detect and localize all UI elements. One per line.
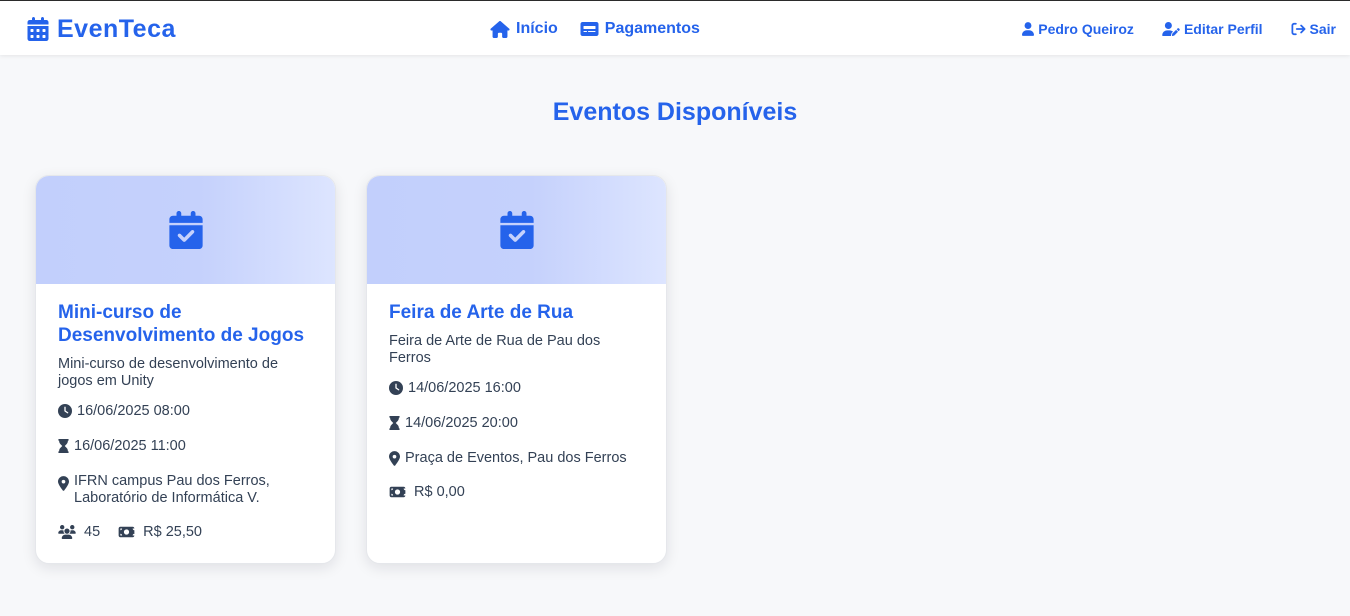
event-title[interactable]: Mini-curso de Desenvolvimento de Jogos [58, 301, 313, 347]
money-bill-icon [118, 526, 135, 538]
event-location-text: IFRN campus Pau dos Ferros, Laboratório … [74, 473, 270, 506]
event-price-text: R$ 25,50 [143, 524, 202, 540]
event-end: 16/06/2025 11:00 [58, 438, 313, 455]
event-title[interactable]: Feira de Arte de Rua [389, 301, 644, 324]
event-card-banner [367, 176, 666, 284]
map-pin-icon [389, 451, 400, 466]
clock-icon [58, 404, 72, 418]
user-pen-icon [1162, 22, 1180, 36]
brand-logo-link[interactable]: EvenTeca [27, 14, 176, 44]
brand-name: EvenTeca [57, 14, 176, 43]
event-card[interactable]: Mini-curso de Desenvolvimento de Jogos M… [35, 175, 336, 564]
map-pin-icon [58, 476, 69, 491]
event-description: Mini-curso de desenvolvimento de jogos e… [58, 356, 279, 389]
nav-user-name: Pedro Queiroz [1038, 21, 1134, 37]
nav-home-label: Início [516, 20, 558, 37]
event-price-text: R$ 0,00 [414, 484, 465, 500]
nav-edit-profile-label: Editar Perfil [1183, 21, 1263, 37]
calendar-check-icon [499, 211, 534, 249]
event-end-text: 16/06/2025 11:00 [74, 438, 186, 454]
event-card[interactable]: Feira de Arte de Rua Feira de Arte de Ru… [366, 175, 667, 564]
sign-out-icon [1291, 22, 1306, 36]
event-end: 14/06/2025 20:00 [389, 415, 644, 432]
clock-icon [389, 381, 403, 395]
user-icon [1022, 22, 1035, 36]
event-price: R$ 25,50 [118, 524, 202, 541]
event-location: IFRN campus Pau dos Ferros, Laboratório … [58, 473, 313, 507]
nav-payments-link[interactable]: Pagamentos [580, 20, 700, 38]
event-end-text: 14/06/2025 20:00 [405, 415, 518, 431]
hourglass-icon [58, 439, 69, 453]
receipt-card-icon [580, 22, 599, 36]
event-card-banner [36, 176, 335, 284]
users-icon [58, 525, 76, 539]
nav-user-profile-link[interactable]: Pedro Queiroz [1022, 21, 1134, 37]
calendar-check-icon [168, 211, 203, 249]
money-bill-icon [389, 486, 406, 498]
event-description: Feira de Arte de Rua de Pau dos Ferros [389, 333, 601, 366]
nav-logout-link[interactable]: Sair [1291, 21, 1336, 37]
event-start: 16/06/2025 08:00 [58, 403, 313, 420]
event-price: R$ 0,00 [389, 484, 644, 501]
page-title: Eventos Disponíveis [552, 98, 798, 126]
nav-edit-profile-link[interactable]: Editar Perfil [1162, 21, 1263, 37]
calendar-icon [27, 17, 49, 41]
home-icon [490, 20, 510, 38]
user-nav: Pedro Queiroz Editar Perfil Sair [1022, 17, 1336, 41]
event-capacity-text: 45 [84, 524, 101, 540]
event-location: Praça de Eventos, Pau dos Ferros [389, 450, 644, 467]
event-start-text: 16/06/2025 08:00 [77, 403, 190, 419]
nav-payments-label: Pagamentos [604, 20, 700, 37]
nav-logout-label: Sair [1309, 21, 1336, 37]
main-nav: Início Pagamentos [490, 17, 700, 41]
event-location-text: Praça de Eventos, Pau dos Ferros [405, 450, 627, 466]
nav-home-link[interactable]: Início [490, 20, 558, 38]
top-navbar: EvenTeca Início Pagamentos Pedro Queiroz [0, 0, 1350, 55]
event-start-text: 14/06/2025 16:00 [408, 380, 521, 396]
hourglass-icon [389, 416, 400, 430]
event-capacity: 45 [58, 524, 100, 541]
event-start: 14/06/2025 16:00 [389, 380, 644, 397]
